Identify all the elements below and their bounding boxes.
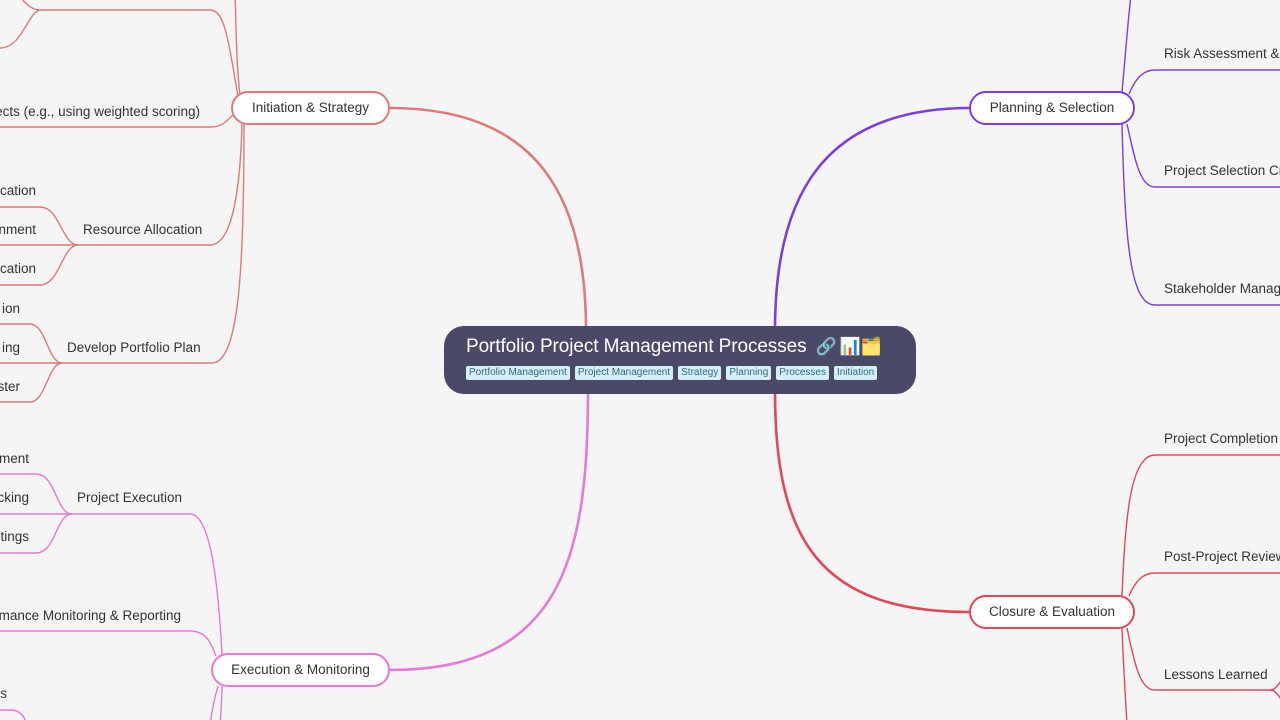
node-lessons-learned[interactable]: Lessons Learned — [1164, 666, 1268, 684]
tag[interactable]: Strategy — [678, 366, 722, 380]
node-post-project-review[interactable]: Post-Project Review — [1164, 548, 1280, 566]
root-title: Portfolio Project Management Processes — [466, 336, 807, 357]
link-closure-review — [1128, 572, 1280, 597]
node-label: ects (e.g., using weighted scoring) — [0, 104, 200, 119]
node-label: Project Execution — [77, 490, 183, 505]
node-label: Develop Portfolio Plan — [67, 340, 201, 355]
link-icon[interactable]: 🔗 — [816, 337, 837, 356]
link-planning-stakeholder — [1121, 123, 1280, 306]
branch-label: Execution & Monitoring — [231, 662, 370, 677]
bar-chart-icon: 📊 — [839, 337, 861, 356]
node-label: Resource Allocation — [83, 222, 203, 237]
node-plan-child[interactable]: ion — [2, 300, 20, 318]
node-label: Risk Assessment & I — [1164, 46, 1280, 61]
link-execution-bottom2 — [219, 685, 223, 720]
node-resource-allocation[interactable]: Resource Allocation — [83, 221, 202, 239]
node-develop-portfolio-plan[interactable]: Develop Portfolio Plan — [67, 339, 201, 357]
node-label: mance Monitoring & Reporting — [0, 608, 181, 623]
node-stakeholder-management[interactable]: Stakeholder Manag — [1164, 280, 1280, 298]
link-execution-monitoring — [0, 630, 217, 657]
node-plan-child[interactable]: ing — [2, 339, 20, 357]
node-label: ion — [1, 301, 20, 316]
link-lessons-sub-2 — [1269, 689, 1280, 699]
node-label: s — [0, 686, 7, 701]
tag[interactable]: Portfolio Management — [466, 366, 570, 380]
link-root-initiation — [389, 106, 588, 331]
root-node[interactable]: Portfolio Project Management Processes 🔗… — [444, 326, 916, 394]
link-planning-risk — [1128, 69, 1280, 95]
node-label: Lessons Learned — [1164, 667, 1268, 682]
node-label: Project Completion — [1164, 431, 1279, 446]
link-bottom-left — [0, 709, 26, 720]
link-root-execution — [389, 391, 590, 672]
tag[interactable]: Project Management — [574, 366, 674, 380]
link-top-sub-2 — [0, 9, 41, 49]
card-index-dividers-icon: 🗂️ — [860, 337, 882, 356]
branch-closure-evaluation[interactable]: Closure & Evaluation — [969, 595, 1135, 629]
link-execution-bottom1 — [209, 685, 219, 720]
node-label: Post-Project Review — [1164, 549, 1280, 564]
node-resource-child[interactable]: nment — [0, 221, 36, 239]
node-project-execution[interactable]: Project Execution — [77, 489, 182, 507]
node-label: ment — [0, 451, 29, 466]
node-risk-assessment[interactable]: Risk Assessment & I — [1164, 45, 1280, 63]
link-root-closure — [773, 391, 971, 614]
node-label: tings — [0, 529, 29, 544]
link-lessons-sub-1 — [1269, 681, 1280, 691]
branch-initiation-strategy[interactable]: Initiation & Strategy — [231, 91, 390, 125]
link-root-planning — [773, 106, 971, 331]
node-label: cation — [0, 261, 36, 276]
tag-list: Portfolio Management Project Management … — [466, 366, 916, 380]
node-label: cation — [0, 183, 36, 198]
node-project-completion[interactable]: Project Completion — [1164, 430, 1278, 448]
node-label: ster — [0, 379, 20, 394]
link-top-sub-1 — [22, 0, 41, 11]
node-label: cking — [0, 490, 29, 505]
link-initiation-top2 — [40, 9, 239, 97]
node-resource-child[interactable]: cation — [0, 260, 36, 278]
node-weighted-scoring[interactable]: ects (e.g., using weighted scoring) — [0, 103, 200, 121]
node-performance-monitoring[interactable]: mance Monitoring & Reporting — [0, 607, 181, 625]
link-closure-bottom — [1121, 627, 1128, 720]
branch-planning-selection[interactable]: Planning & Selection — [969, 91, 1135, 125]
branch-label: Initiation & Strategy — [251, 100, 370, 115]
node-projexec-child[interactable]: ment — [0, 450, 29, 468]
link-planning-top — [1121, 0, 1132, 93]
branch-label: Planning & Selection — [989, 100, 1115, 115]
node-label: Project Selection Cr — [1164, 163, 1280, 178]
mindmap-canvas[interactable]: Portfolio Project Management Processes 🔗… — [0, 0, 1280, 720]
node-execution-child-clipped[interactable]: s — [0, 685, 7, 703]
node-project-selection-criteria[interactable]: Project Selection Cr — [1164, 162, 1280, 180]
node-label: nment — [0, 222, 36, 237]
tag[interactable]: Initiation — [833, 366, 878, 380]
root-title-row: Portfolio Project Management Processes 🔗… — [466, 335, 916, 359]
tag[interactable]: Processes — [776, 366, 829, 380]
node-projexec-child[interactable]: cking — [0, 489, 29, 507]
branch-label: Closure & Evaluation — [988, 604, 1116, 619]
node-resource-child[interactable]: cation — [0, 182, 36, 200]
node-projexec-child[interactable]: tings — [0, 528, 29, 546]
node-plan-child[interactable]: ster — [0, 378, 20, 396]
node-label: ing — [1, 340, 20, 355]
tag[interactable]: Planning — [726, 366, 772, 380]
branch-execution-monitoring[interactable]: Execution & Monitoring — [211, 653, 390, 687]
node-label: Stakeholder Manag — [1164, 281, 1280, 296]
